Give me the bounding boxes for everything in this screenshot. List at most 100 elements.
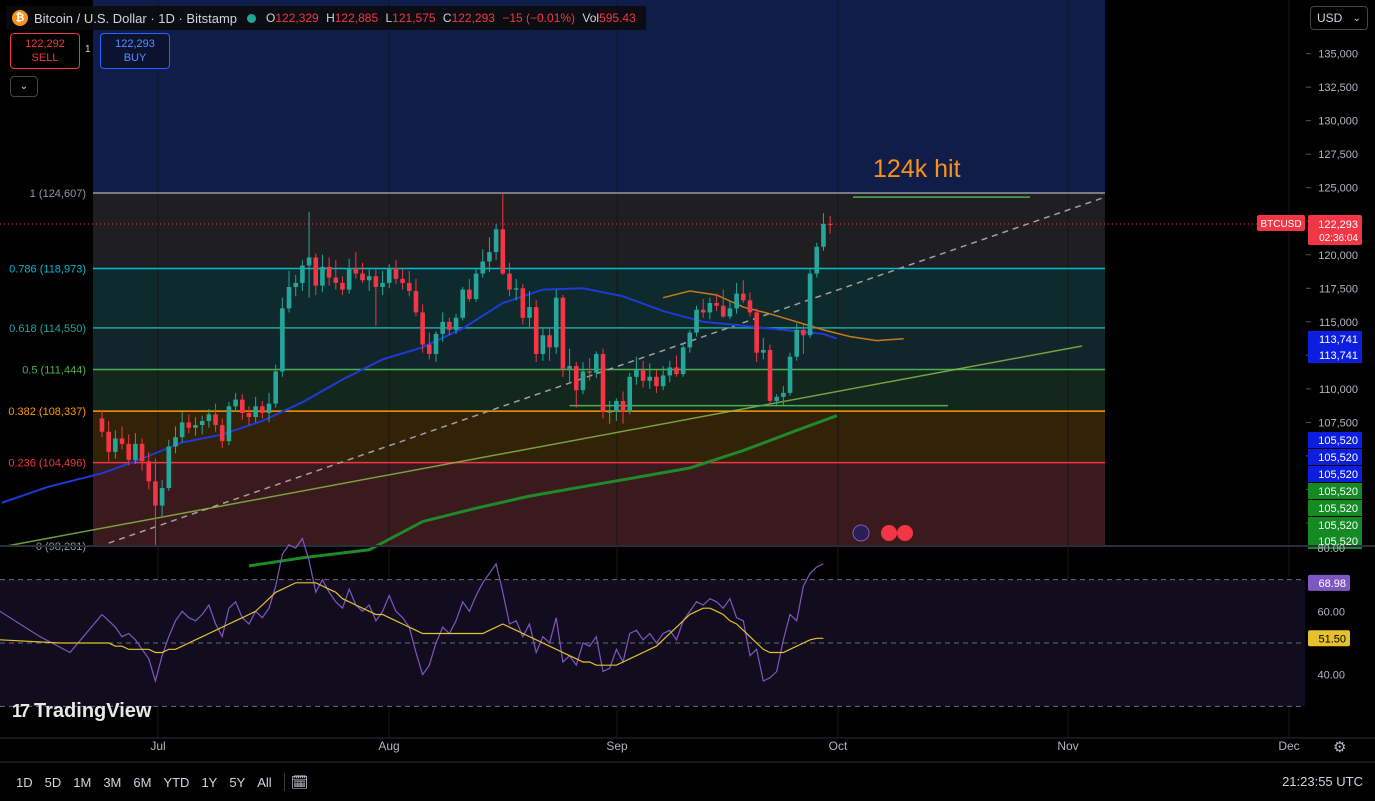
candle-body [560,297,566,369]
settings-gear-icon[interactable]: ⚙ [1333,738,1346,756]
candle-body [480,261,486,274]
spread-value: 1 [85,44,91,55]
candle-body [386,268,392,283]
bar-countdown: 02:36:04 [1319,233,1358,244]
tradingview-logo: 17 TradingView [12,700,151,723]
candle-body [600,353,606,412]
timeframe-ytd[interactable]: YTD [157,775,195,790]
timeframe-5d[interactable]: 5D [39,775,68,790]
candle-body [286,286,292,309]
candle-body [700,309,706,313]
buy-button[interactable]: 122,293 BUY [100,33,170,69]
time-tick-label: Jul [150,739,165,753]
price-tick-label: 117,500 [1319,283,1358,295]
candle-body [794,329,800,357]
candle-body [827,223,833,225]
candle-body [727,308,733,317]
candle-body [740,293,746,301]
candle-body [346,268,352,290]
candle-body [787,356,793,393]
price-badge-value: 105,520 [1318,503,1358,515]
utc-clock[interactable]: 21:23:55 UTC [1282,774,1363,789]
candle-body [767,349,773,401]
candle-body [193,425,198,428]
price-badge-value: 105,520 [1318,486,1358,498]
currency-select[interactable]: USD ⌄ [1310,6,1368,30]
candle-body [133,443,138,460]
candle-body [280,308,285,372]
chevron-down-icon: ⌄ [19,81,29,92]
price-tick-label: 125,000 [1318,183,1358,195]
candle-body [720,305,726,317]
candle-body [266,403,272,413]
rsi-value: 68.98 [1318,578,1346,590]
price-axis-bg [1306,0,1375,738]
candle-body [400,278,405,283]
candle-body [533,307,539,354]
candle-body [99,418,105,432]
candle-body [774,396,779,401]
candle-body [293,282,299,287]
candle-body [801,329,806,336]
candle-body [260,406,265,413]
buy-label: BUY [123,52,147,64]
symbol-header[interactable]: ₿ Bitcoin / U.S. Dollar · 1D · Bitstamp … [6,6,646,30]
candle-body [761,349,766,353]
candle-body [146,461,152,482]
date-range-calendar-icon[interactable]: 🗓 [291,774,309,791]
fib-zone [93,192,1105,269]
logo-text: TradingView [34,700,152,722]
candle [787,352,793,396]
rsi-tick-label: 40.00 [1317,670,1345,682]
candle-body [747,300,753,313]
candle-body [540,335,546,354]
candle-body [627,376,633,412]
buy-price: 122,293 [115,38,155,50]
candle-body [246,412,252,418]
candle-body [233,399,238,407]
candle-body [447,321,452,330]
candle-body [433,333,439,354]
fib-zone [93,411,1105,463]
fib-level-label: 0.5 (111,444) [22,364,86,376]
timeframe-1m[interactable]: 1M [67,775,97,790]
candle-body [173,437,178,447]
rsi-tick-label: 80.00 [1317,543,1345,555]
candle [166,439,172,491]
candle-body [179,422,185,438]
candle-body [553,297,559,348]
timeframe-1y[interactable]: 1Y [195,775,223,790]
candle [814,242,820,278]
candle-body [500,229,506,274]
candle-body [473,273,479,300]
timeframe-5y[interactable]: 5Y [223,775,251,790]
candle [553,289,559,354]
candle-body [440,321,445,334]
candle-body [219,425,225,442]
candle-body [781,392,786,397]
price-tick-label: 107,500 [1318,417,1358,429]
candle-body [139,443,145,462]
symbol-title[interactable]: Bitcoin / U.S. Dollar · 1D · Bitstamp [34,11,237,26]
collapse-legend-button[interactable]: ⌄ [10,76,38,97]
time-tick-label: Aug [378,739,399,753]
candle-body [360,273,365,281]
ohlc-values: O122,329 H122,885 L121,575 C122,293 −15 … [266,11,636,25]
sell-button[interactable]: 122,292 SELL [10,33,80,69]
candle-body [507,273,512,290]
candle-body [113,438,118,452]
candle-body [300,265,305,283]
currency-value: USD [1317,11,1343,25]
timeframe-3m[interactable]: 3M [97,775,127,790]
candle-body [333,277,339,283]
candle-body [567,366,572,369]
event-icon [852,524,870,542]
candle-body [647,376,653,381]
price-badge-value: 105,520 [1318,469,1358,481]
timeframe-all[interactable]: All [251,775,277,790]
symbol-tag-label: BTCUSD [1260,219,1301,230]
chart-svg[interactable]: 1 (124,607) 0.786 (118,973) 0.618 (114,550… [0,0,1375,801]
candle-body [420,312,425,345]
timeframe-6m[interactable]: 6M [127,775,157,790]
timeframe-1d[interactable]: 1D [10,775,39,790]
